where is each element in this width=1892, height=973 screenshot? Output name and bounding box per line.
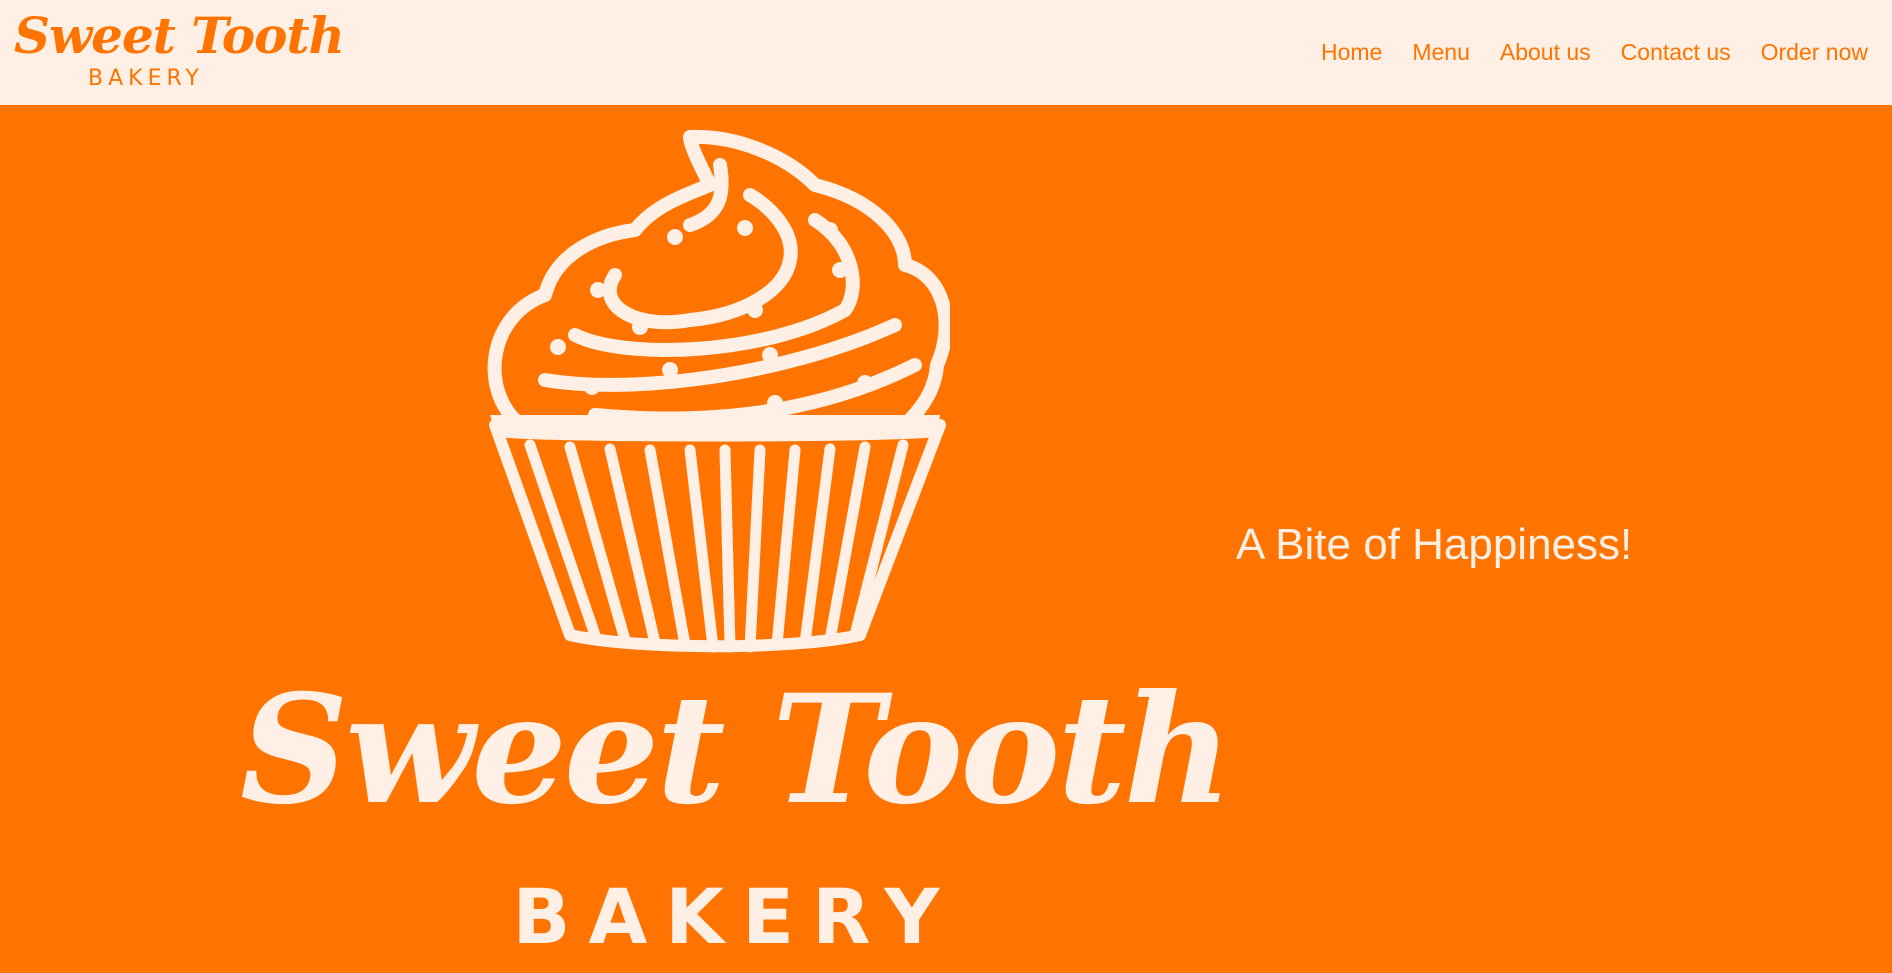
nav-home-link[interactable]: Home [1321, 36, 1382, 68]
header-logo[interactable]: Sweet Tooth BAKERY [10, 4, 345, 96]
nav-contact-link[interactable]: Contact us [1621, 36, 1731, 68]
nav-order-link[interactable]: Order now [1761, 36, 1868, 68]
nav-about-link[interactable]: About us [1500, 36, 1591, 68]
nav-menu-link[interactable]: Menu [1412, 36, 1470, 68]
cupcake-icon [487, 129, 950, 653]
hero-brand-sub: BAKERY [512, 872, 958, 961]
main-nav: Home Menu About us Contact us Order now [1321, 36, 1868, 68]
site-header: Sweet Tooth BAKERY Home Menu About us Co… [0, 0, 1892, 105]
header-logo-script: Sweet Tooth [14, 6, 345, 65]
hero-brand-script: Sweet Tooth [240, 662, 1233, 838]
header-logo-sub: BAKERY [88, 66, 204, 91]
hero-tagline: A Bite of Happiness! [1236, 520, 1633, 569]
